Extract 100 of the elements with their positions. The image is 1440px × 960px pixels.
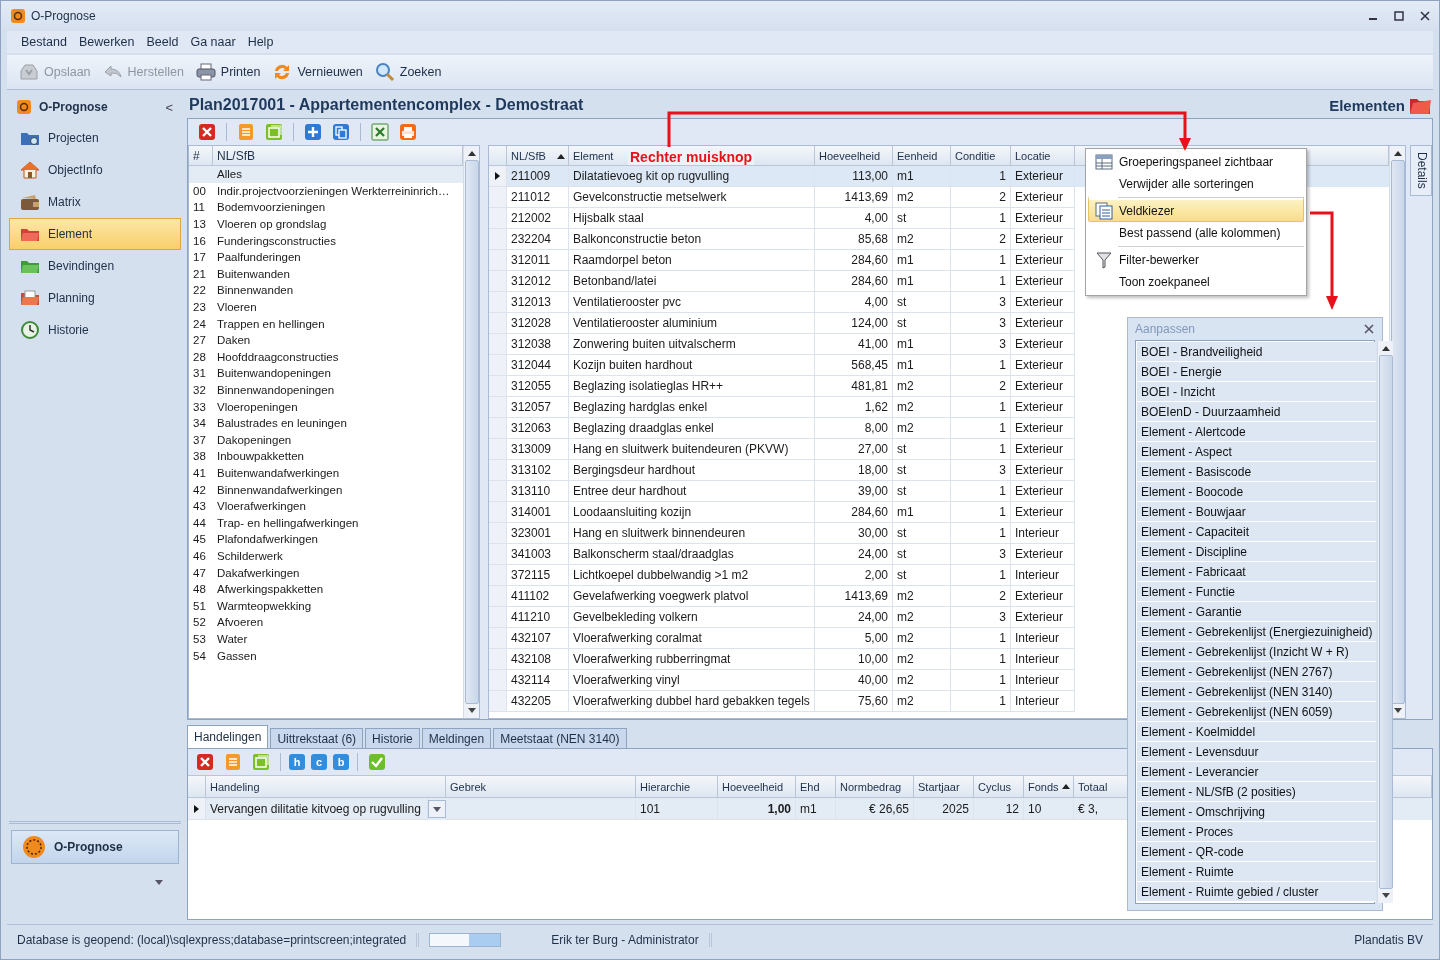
column-header[interactable]: Normbedrag: [836, 776, 914, 798]
field-item[interactable]: Element - Fabricaat: [1137, 562, 1377, 582]
field-item[interactable]: Element - Ruimte: [1137, 862, 1377, 882]
field-item[interactable]: Element - Discipline: [1137, 542, 1377, 562]
field-item[interactable]: Element - NL/SfB (2 posities): [1137, 782, 1377, 802]
tree-item[interactable]: 53 Water: [189, 630, 463, 648]
toolbar-button[interactable]: Printen: [193, 59, 263, 85]
field-item[interactable]: BOEI - Inzicht: [1137, 382, 1377, 402]
column-header[interactable]: Hierarchie: [636, 776, 718, 798]
field-item[interactable]: Element - Gebrekenlijst (NEN 2767): [1137, 662, 1377, 682]
tree-item[interactable]: 27 Daken: [189, 331, 463, 349]
tree-item[interactable]: 24 Trappen en hellingen: [189, 315, 463, 332]
dropdown-caret-icon[interactable]: [155, 880, 163, 885]
tree-item[interactable]: 42 Binnenwandafwerkingen: [189, 481, 463, 498]
close-icon[interactable]: [1363, 323, 1375, 335]
field-item[interactable]: Element - Basiscode: [1137, 462, 1377, 482]
column-header[interactable]: Fonds: [1024, 776, 1074, 798]
sidebar-item[interactable]: ObjectInfo: [9, 154, 181, 186]
sidebar-item[interactable]: Planning: [9, 282, 181, 314]
close-icon[interactable]: [1419, 10, 1431, 22]
column-header[interactable]: #: [189, 146, 213, 166]
tree-item[interactable]: 54 Gassen: [189, 647, 463, 664]
tree-item[interactable]: 28 Hoofddraagconstructies: [189, 348, 463, 366]
field-item[interactable]: Element - Gebrekenlijst (Inzicht W + R): [1137, 642, 1377, 662]
field-item[interactable]: Element - Ruimte gebied / cluster: [1137, 882, 1377, 902]
toolbar-button[interactable]: Vernieuwen: [270, 59, 365, 85]
sidebar-item[interactable]: Historie: [9, 314, 181, 346]
tree-item[interactable]: 41 Buitenwandafwerkingen: [189, 464, 463, 482]
column-header[interactable]: Hoeveelheid: [718, 776, 796, 798]
column-header[interactable]: NL/SfB: [213, 146, 463, 166]
field-item[interactable]: Element - Proces: [1137, 822, 1377, 842]
tree-item[interactable]: 11 Bodemvoorzieningen: [189, 199, 463, 216]
tree-item[interactable]: 47 Dakafwerkingen: [189, 564, 463, 581]
field-item[interactable]: Element - Bouwjaar: [1137, 502, 1377, 522]
menu-item[interactable]: Bewerken: [72, 33, 141, 51]
toolbar-button[interactable]: Zoeken: [372, 59, 444, 85]
column-header[interactable]: Hoeveelheid: [815, 146, 893, 166]
printer-button[interactable]: [397, 121, 419, 143]
tree-item[interactable]: 17 Paalfunderingen: [189, 248, 463, 266]
field-item[interactable]: Element - Omschrijving: [1137, 802, 1377, 822]
field-item[interactable]: Element - Levensduur: [1137, 742, 1377, 762]
tree-item[interactable]: 52 Afvoeren: [189, 614, 463, 631]
menu-item[interactable]: Bestand: [15, 33, 73, 51]
scrollbar[interactable]: [1377, 341, 1394, 903]
tree-item[interactable]: 43 Vloerafwerkingen: [189, 497, 463, 515]
scrollbar[interactable]: [463, 146, 479, 718]
tab[interactable]: Uittrekstaat (6): [270, 728, 364, 748]
column-header[interactable]: Gebrek: [446, 776, 636, 798]
field-item[interactable]: BOEI - Energie: [1137, 362, 1377, 382]
details-tab[interactable]: Details: [1410, 145, 1432, 196]
field-item[interactable]: Element - Leverancier: [1137, 762, 1377, 782]
collapse-button[interactable]: <: [165, 99, 173, 115]
field-item[interactable]: Element - Garantie: [1137, 602, 1377, 622]
column-header[interactable]: Eenheid: [893, 146, 951, 166]
tree-item[interactable]: 33 Vloeropeningen: [189, 398, 463, 415]
field-item[interactable]: Element - Gebrekenlijst (NEN 3140): [1137, 682, 1377, 702]
field-item[interactable]: Element - Capaciteit: [1137, 522, 1377, 542]
sidebar-item[interactable]: Matrix: [9, 186, 181, 218]
tab[interactable]: Historie: [365, 728, 420, 748]
field-item[interactable]: Element - Koelmiddel: [1137, 722, 1377, 742]
field-item[interactable]: BOEI - Brandveiligheid: [1137, 342, 1377, 362]
sidebar-item[interactable]: Bevindingen: [9, 250, 181, 282]
column-header[interactable]: Cyclus: [974, 776, 1024, 798]
tree-item[interactable]: 00 Indir.projectvoorzieningen Werkterreininrich…: [189, 182, 463, 200]
tree-item[interactable]: 23 Vloeren: [189, 298, 463, 316]
tab[interactable]: Meldingen: [421, 728, 492, 748]
spreadsheet-button[interactable]: [369, 121, 391, 143]
field-item[interactable]: Element - Alertcode: [1137, 422, 1377, 442]
tree-item[interactable]: 31 Buitenwandopeningen: [189, 365, 463, 382]
column-header[interactable]: NL/SfB: [507, 146, 569, 166]
field-item[interactable]: Element - QR-code: [1137, 842, 1377, 862]
tree-item[interactable]: 44 Trap- en hellingafwerkingen: [189, 514, 463, 532]
tree-item[interactable]: 46 Schilderwerk: [189, 547, 463, 565]
plus-button[interactable]: [302, 121, 324, 143]
field-item[interactable]: Element - Gebrekenlijst (Energiezuinigheid): [1137, 622, 1377, 642]
field-item[interactable]: Element - Aspect: [1137, 442, 1377, 462]
column-header[interactable]: Startjaar: [914, 776, 974, 798]
field-item[interactable]: BOEIenD - Duurzaamheid: [1137, 402, 1377, 422]
tree-item[interactable]: 13 Vloeren op grondslag: [189, 215, 463, 233]
tree-item[interactable]: 38 Inbouwpakketten: [189, 448, 463, 465]
maximize-icon[interactable]: [1393, 10, 1405, 22]
sidebar-item[interactable]: Element: [9, 218, 181, 250]
tab[interactable]: Handelingen: [187, 725, 269, 748]
tree-item[interactable]: Alles: [189, 166, 463, 183]
copy-button[interactable]: [330, 121, 352, 143]
field-item[interactable]: Element - Boocode: [1137, 482, 1377, 502]
tree-item[interactable]: 37 Dakopeningen: [189, 431, 463, 449]
menu-item[interactable]: Toon zoekpaneel: [1088, 271, 1304, 293]
module-button[interactable]: O-Prognose: [11, 830, 179, 864]
sidebar-item[interactable]: Projecten: [9, 122, 181, 154]
tree-item[interactable]: 16 Funderingsconstructies: [189, 232, 463, 249]
column-header[interactable]: Handeling: [206, 776, 446, 798]
menu-item[interactable]: Ga naar: [184, 33, 242, 51]
tree-item[interactable]: 22 Binnenwanden: [189, 282, 463, 299]
tree-item[interactable]: 34 Balustrades en leuningen: [189, 414, 463, 432]
column-header[interactable]: Ehd: [796, 776, 836, 798]
dropdown-button[interactable]: [428, 800, 446, 818]
tree-item[interactable]: 48 Afwerkingspakketten: [189, 580, 463, 598]
tree-item[interactable]: 21 Buitenwanden: [189, 265, 463, 283]
tree-item[interactable]: 45 Plafondafwerkingen: [189, 531, 463, 548]
